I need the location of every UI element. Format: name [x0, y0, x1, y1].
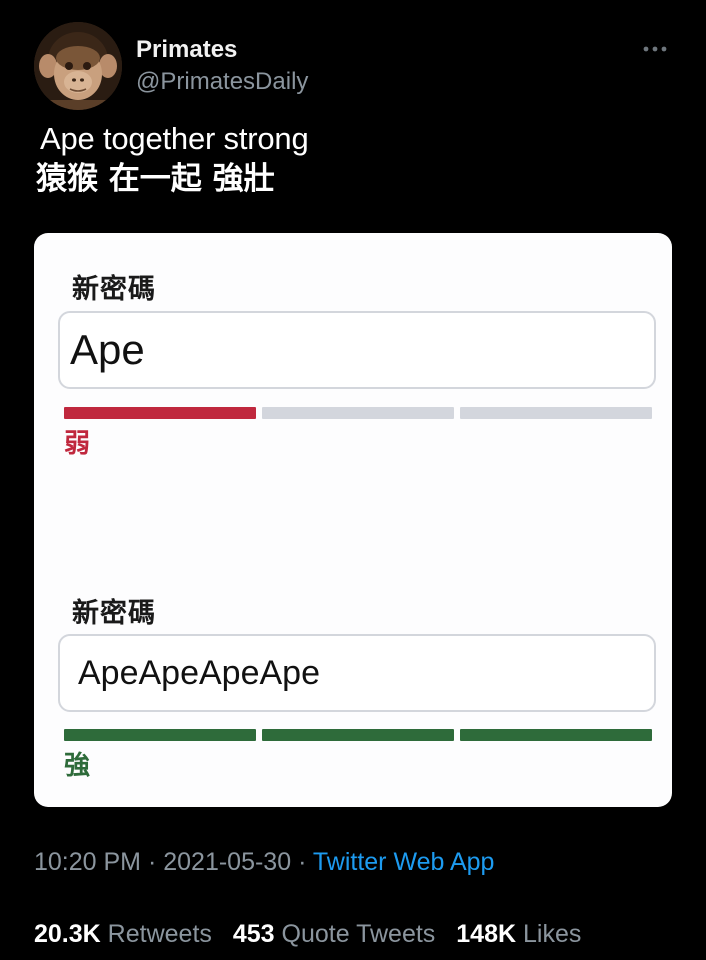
tweet-stats-row: 20.3K Retweets 453 Quote Tweets 148K Lik… — [34, 920, 595, 949]
strength-meter-strong — [64, 729, 652, 741]
password-value: ApeApeApeApe — [78, 653, 320, 692]
strength-meter-segment — [262, 729, 454, 741]
tweet-timestamp-row: 10:20 PM · 2021-05-30 · Twitter Web App — [34, 848, 494, 877]
likes-label: Likes — [522, 920, 582, 948]
tweet-text: Ape together strong 猿猴 在一起 強壯 — [36, 120, 309, 200]
quote-tweets-count: 453 — [232, 920, 275, 948]
new-password-label: 新密碼 — [72, 598, 156, 629]
strength-meter-segment — [460, 729, 652, 741]
likes-count: 148K — [456, 920, 517, 948]
tweet-date[interactable]: 2021-05-30 — [163, 848, 291, 876]
tweet-text-line-chinese: 猿猴 在一起 強壯 — [36, 161, 275, 197]
strength-meter-segment — [64, 407, 256, 419]
quote-tweets-stat[interactable]: 453 Quote Tweets — [233, 920, 435, 948]
tweet-text-line-english: Ape together strong — [40, 121, 309, 156]
retweets-count: 20.3K — [34, 920, 101, 948]
tweet-detail-page: Primates @PrimatesDaily Ape together str… — [0, 0, 706, 960]
avatar[interactable] — [34, 22, 122, 110]
password-field-strong: ApeApeApeApe — [58, 634, 656, 712]
tweet-media-image[interactable]: 新密碼 Ape 弱 新密碼 ApeApeApeApe 強 — [34, 233, 672, 807]
tweet-source-link[interactable]: Twitter Web App — [313, 848, 495, 876]
strength-meter-segment — [262, 407, 454, 419]
quote-tweets-label: Quote Tweets — [281, 920, 436, 948]
retweets-stat[interactable]: 20.3K Retweets — [34, 920, 212, 948]
strength-meter-segment — [64, 729, 256, 741]
separator-dot: · — [141, 848, 164, 876]
password-value: Ape — [70, 326, 145, 373]
tweet-time[interactable]: 10:20 PM — [34, 848, 141, 876]
strength-meter-weak — [64, 407, 652, 419]
likes-stat[interactable]: 148K Likes — [456, 920, 581, 948]
new-password-label: 新密碼 — [72, 274, 156, 305]
strength-text-strong: 強 — [64, 751, 91, 781]
chimpanzee-avatar-image — [34, 22, 122, 110]
author-handle[interactable]: @PrimatesDaily — [136, 68, 308, 96]
retweets-label: Retweets — [107, 920, 212, 948]
password-field-weak: Ape — [58, 311, 656, 389]
more-options-icon[interactable] — [640, 34, 670, 64]
strength-meter-segment — [460, 407, 652, 419]
separator-dot: · — [291, 848, 313, 876]
author-display-name[interactable]: Primates — [136, 36, 237, 64]
strength-text-weak: 弱 — [64, 429, 91, 459]
